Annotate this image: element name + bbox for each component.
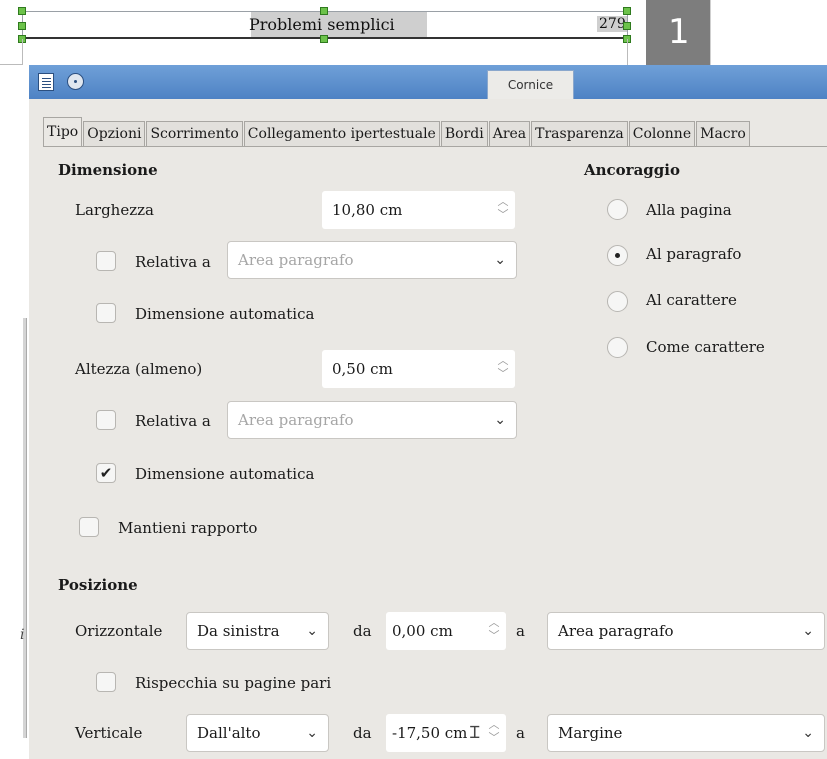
relativa-width-checkbox[interactable] — [96, 251, 116, 271]
relativa-width-select[interactable]: Area paragrafo ⌄ — [227, 241, 517, 279]
document-icon — [38, 73, 54, 91]
orizzontale-label: Orizzontale — [75, 622, 163, 640]
verticale-ref-value: Margine — [558, 724, 623, 742]
resize-handle-top-right[interactable] — [623, 7, 631, 15]
mantieni-rapporto-checkbox[interactable] — [79, 517, 99, 537]
resize-handle-top-center[interactable] — [320, 7, 328, 15]
page-thumbnail-number: 1 — [668, 12, 690, 52]
tab-collegamento-ipertestuale[interactable]: Collegamento ipertestuale — [243, 121, 440, 147]
anchor-radio-alla-pagina[interactable] — [607, 199, 628, 220]
verticale-offset-input[interactable]: -17,50 cm ︿ ﹀ — [386, 714, 506, 752]
page-guide — [0, 64, 22, 65]
verticale-value: Dall'alto — [197, 724, 261, 742]
chevron-down-icon: ⌄ — [306, 623, 318, 639]
tab-opzioni[interactable]: Opzioni — [83, 121, 146, 147]
rispecchia-checkbox[interactable] — [96, 672, 116, 692]
document-margin-strip — [23, 318, 27, 738]
document-heading: Problemi semplici — [249, 15, 395, 34]
section-title-ancoraggio: Ancoraggio — [584, 161, 680, 179]
tab-divider — [43, 146, 827, 147]
tab-tipo[interactable]: Tipo — [43, 117, 83, 147]
orizzontale-da-label: da — [353, 622, 372, 640]
chevron-down-icon: ⌄ — [494, 412, 506, 428]
altezza-input[interactable]: 0,50 cm ︿ ﹀ — [322, 350, 515, 388]
anchor-label-alla-pagina: Alla pagina — [646, 201, 732, 219]
chevron-down-icon: ⌄ — [802, 725, 814, 741]
tab-scorrimento[interactable]: Scorrimento — [146, 121, 243, 147]
page-guide — [627, 39, 628, 65]
spin-up-down-icon[interactable]: ︿ ﹀ — [497, 354, 509, 384]
anchor-radio-al-paragrafo[interactable] — [607, 245, 628, 266]
auto-width-label: Dimensione automatica — [135, 305, 315, 323]
resize-handle-middle-left[interactable] — [18, 22, 26, 30]
larghezza-value: 10,80 cm — [332, 201, 403, 219]
dialog-title: Cornice — [487, 70, 574, 99]
relativa-width-label: Relativa a — [135, 253, 211, 271]
window-menu-icon[interactable] — [67, 73, 84, 90]
anchor-label-al-carattere: Al carattere — [646, 291, 737, 309]
altezza-value: 0,50 cm — [332, 360, 393, 378]
larghezza-input[interactable]: 10,80 cm ︿ ﹀ — [322, 191, 515, 229]
mantieni-rapporto-label: Mantieni rapporto — [118, 519, 258, 537]
orizzontale-ref-value: Area paragrafo — [558, 622, 674, 640]
orizzontale-offset-input[interactable]: 0,00 cm ︿ ﹀ — [386, 612, 506, 650]
resize-handle-top-left[interactable] — [18, 7, 26, 15]
spin-up-down-icon[interactable]: ︿ ﹀ — [497, 195, 509, 225]
anchor-radio-come-carattere[interactable] — [607, 337, 628, 358]
text-cursor-icon: Ɪ — [470, 723, 480, 743]
verticale-label: Verticale — [75, 724, 143, 742]
resize-handle-middle-right[interactable] — [623, 22, 631, 30]
anchor-radio-al-carattere[interactable] — [607, 291, 628, 312]
verticale-offset-value: -17,50 cm — [392, 724, 468, 742]
tab-area[interactable]: Area — [488, 121, 531, 147]
tab-trasparenza[interactable]: Trasparenza — [531, 121, 628, 147]
frame-dialog: Cornice Tipo Opzioni Scorrimento Collega… — [29, 65, 827, 759]
chevron-down-icon: ⌄ — [494, 252, 506, 268]
orizzontale-offset-value: 0,00 cm — [392, 622, 453, 640]
relativa-width-value: Area paragrafo — [238, 251, 354, 269]
orizzontale-select[interactable]: Da sinistra ⌄ — [186, 612, 329, 650]
spin-up-down-icon[interactable]: ︿ ﹀ — [488, 616, 500, 646]
tab-strip: Tipo Opzioni Scorrimento Collegamento ip… — [43, 117, 751, 147]
anchor-label-come-carattere: Come carattere — [646, 338, 765, 356]
chevron-down-icon: ⌄ — [306, 725, 318, 741]
dialog-titlebar[interactable]: Cornice — [29, 65, 827, 99]
auto-height-checkbox[interactable]: ✔ — [96, 463, 116, 483]
orizzontale-ref-select[interactable]: Area paragrafo ⌄ — [547, 612, 825, 650]
orizzontale-value: Da sinistra — [197, 622, 280, 640]
rispecchia-label: Rispecchia su pagine pari — [135, 674, 332, 692]
altezza-label: Altezza (almeno) — [75, 360, 203, 378]
spin-up-down-icon[interactable]: ︿ ﹀ — [488, 718, 500, 748]
resize-handle-bottom-center[interactable] — [320, 35, 328, 43]
relativa-height-select[interactable]: Area paragrafo ⌄ — [227, 401, 517, 439]
verticale-a-label: a — [516, 724, 525, 742]
document-text-fragment: i — [20, 627, 25, 643]
tab-bordi[interactable]: Bordi — [440, 121, 488, 147]
auto-height-label: Dimensione automatica — [135, 465, 315, 483]
orizzontale-a-label: a — [516, 622, 525, 640]
verticale-da-label: da — [353, 724, 372, 742]
larghezza-label: Larghezza — [75, 201, 154, 219]
verticale-select[interactable]: Dall'alto ⌄ — [186, 714, 329, 752]
section-title-posizione: Posizione — [58, 576, 138, 594]
relativa-height-checkbox[interactable] — [96, 410, 116, 430]
chevron-down-icon: ⌄ — [802, 623, 814, 639]
section-title-dimensione: Dimensione — [58, 161, 158, 179]
tab-macro[interactable]: Macro — [696, 121, 750, 147]
divider — [710, 0, 711, 66]
anchor-label-al-paragrafo: Al paragrafo — [646, 245, 742, 263]
checkmark-icon: ✔ — [99, 464, 113, 482]
verticale-ref-select[interactable]: Margine ⌄ — [547, 714, 825, 752]
page-guide — [22, 39, 23, 65]
auto-width-checkbox[interactable] — [96, 303, 116, 323]
tab-colonne[interactable]: Colonne — [628, 121, 696, 147]
relativa-height-label: Relativa a — [135, 412, 211, 430]
relativa-height-value: Area paragrafo — [238, 411, 354, 429]
